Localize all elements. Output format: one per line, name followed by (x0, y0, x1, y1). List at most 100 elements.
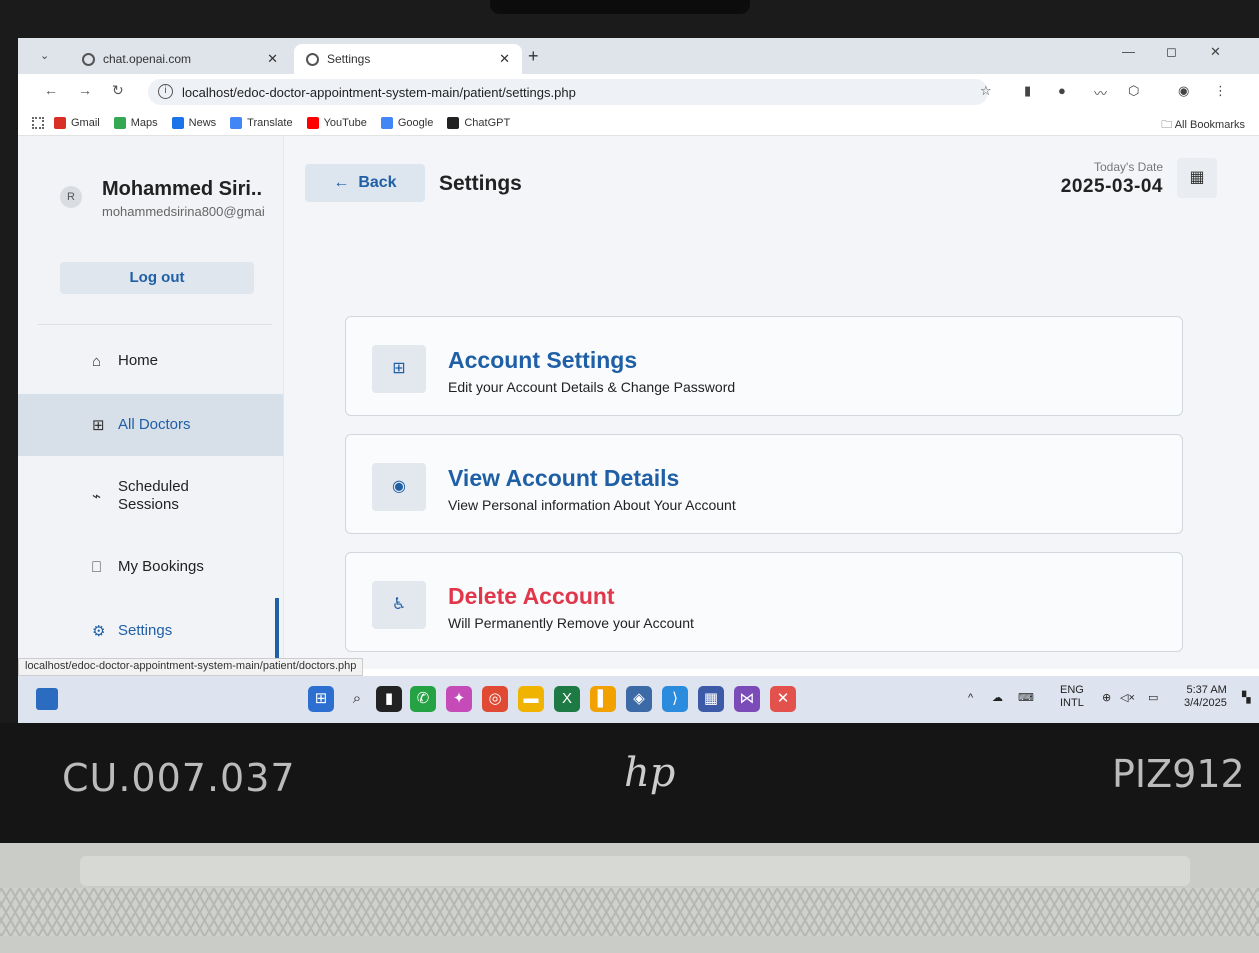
task-view-icon[interactable]: ▮ (376, 686, 402, 712)
card-title: Delete Account (448, 583, 615, 609)
bookmark-icon: ⎕ (92, 558, 102, 576)
visual-studio-icon[interactable]: ⋈ (734, 686, 760, 712)
whatsapp-icon[interactable]: ✆ (410, 686, 436, 712)
address-bar[interactable]: i localhost/edoc-doctor-appointment-syst… (148, 79, 988, 105)
store-icon[interactable]: ▦ (698, 686, 724, 712)
profile-icon[interactable]: ◉ (1178, 83, 1189, 99)
date-label: Today's Date (1094, 160, 1163, 174)
calendar-icon[interactable]: ▦ (1177, 158, 1217, 198)
sidebar-item-all-doctors[interactable]: ⊞ All Doctors (18, 394, 283, 456)
widgets-icon[interactable] (36, 688, 58, 710)
web-page: R Mohammed Siri.. mohammedsirina800@gmai… (18, 136, 1259, 669)
search-icon[interactable]: ⌕ (344, 686, 370, 712)
tab-settings[interactable]: Settings ✕ (294, 44, 522, 74)
sidebar-item-my-bookings[interactable]: ⎕ My Bookings (18, 542, 283, 592)
sidebar: R Mohammed Siri.. mohammedsirina800@gmai… (18, 136, 284, 669)
volume-muted-icon[interactable]: ◁× (1120, 692, 1135, 705)
back-button[interactable]: ← Back (305, 164, 425, 202)
main-content: ← Back Settings Today's Date 2025-03-04 … (285, 136, 1259, 669)
settings-icon: ⚙ (92, 623, 106, 640)
tab-title: Settings (327, 52, 371, 66)
file-explorer-icon[interactable]: ▬ (518, 686, 544, 712)
minimize-icon[interactable]: — (1122, 44, 1135, 59)
language-indicator[interactable]: ENG INTL (1060, 684, 1084, 710)
apps-grid-icon[interactable] (32, 117, 44, 129)
tab-search-icon[interactable]: ⌄ (40, 49, 49, 62)
close-icon[interactable]: ✕ (267, 51, 278, 67)
bookmark-translate[interactable]: Translate (230, 116, 293, 129)
sidebar-item-settings[interactable]: ⚙ Settings (18, 606, 283, 656)
logout-button[interactable]: Log out (60, 262, 254, 294)
puzzle-icon[interactable]: ⬡ (1128, 83, 1139, 99)
card-subtitle: Will Permanently Remove your Account (448, 615, 694, 631)
speaker-grille (0, 888, 1259, 936)
youtube-icon (306, 116, 319, 129)
python-icon[interactable]: ◈ (626, 686, 652, 712)
profile-name: Mohammed Siri.. (102, 178, 263, 200)
menu-dots-icon[interactable]: ⋮ (1214, 83, 1227, 99)
chrome-icon[interactable]: ◎ (482, 686, 508, 712)
notification-icon[interactable]: ▚ (1242, 692, 1250, 705)
powerbi-icon[interactable]: ▌ (590, 686, 616, 712)
sidebar-item-scheduled-sessions[interactable]: ⌁ Scheduled Sessions (18, 466, 283, 526)
wave-icon[interactable]: 〰 (1094, 83, 1107, 102)
view-account-card[interactable]: ◉ View Account Details View Personal inf… (345, 434, 1183, 534)
clock[interactable]: 5:37 AM 3/4/2025 (1184, 684, 1227, 710)
bookmark-chatgpt[interactable]: ChatGPT (447, 116, 510, 129)
new-tab-icon[interactable]: + (528, 46, 539, 67)
vscode-icon[interactable]: ⟩ (662, 686, 688, 712)
doctor-icon: ⊞ (372, 345, 426, 393)
profile-email: mohammedsirina800@gmai (102, 204, 265, 219)
maps-icon (113, 116, 126, 129)
bookmark-youtube[interactable]: YouTube (306, 116, 367, 129)
news-icon (171, 116, 184, 129)
card-subtitle: Edit your Account Details & Change Passw… (448, 379, 736, 395)
delete-account-card[interactable]: ♿ Delete Account Will Permanently Remove… (345, 552, 1183, 652)
network-icon[interactable]: ⊕ (1102, 692, 1111, 705)
restore-icon[interactable]: ◻ (1166, 44, 1177, 60)
account-settings-card[interactable]: ⊞ Account Settings Edit your Account Det… (345, 316, 1183, 416)
bookmarks-bar: Gmail Maps News Translate YouTube Google… (18, 110, 1259, 136)
chatgpt-icon (447, 116, 460, 129)
extension-icon[interactable]: ● (1058, 83, 1066, 98)
sidebar-item-home[interactable]: ⌂ Home (18, 336, 283, 386)
avatar: R (60, 186, 82, 208)
all-bookmarks-button[interactable]: 🗀 All Bookmarks (1161, 116, 1245, 135)
back-arrow-icon: ← (333, 174, 359, 191)
page-title: Settings (439, 172, 522, 195)
site-info-icon[interactable]: i (158, 84, 173, 99)
home-icon: ⌂ (92, 352, 102, 370)
card-title: Account Settings (448, 347, 638, 373)
star-icon[interactable]: ☆ (980, 83, 992, 99)
browser-toolbar: ← → ↻ i localhost/edoc-doctor-appointmen… (18, 74, 1259, 110)
globe-icon (82, 52, 95, 66)
start-icon[interactable]: ⊞ (308, 686, 334, 712)
laptop-hinge (80, 856, 1190, 886)
hp-logo: hp (624, 750, 676, 796)
tab-chatgpt[interactable]: chat.openai.com ✕ (70, 44, 290, 74)
reading-icon[interactable]: ▮ (1024, 83, 1031, 99)
excel-icon[interactable]: X (554, 686, 580, 712)
back-arrow-icon[interactable]: ← (44, 82, 58, 98)
copilot-icon[interactable]: ✦ (446, 686, 472, 712)
xampp-icon[interactable]: ✕ (770, 686, 796, 712)
bookmark-maps[interactable]: Maps (113, 116, 158, 129)
folder-icon: 🗀 (1161, 119, 1173, 131)
window-close-icon[interactable]: ✕ (1210, 44, 1221, 60)
reload-icon[interactable]: ↻ (112, 82, 124, 99)
url-text: localhost/edoc-doctor-appointment-system… (182, 84, 576, 100)
cloud-icon[interactable]: ☁ (992, 692, 1003, 705)
doctor-icon: ⊞ (92, 417, 105, 434)
bookmark-gmail[interactable]: Gmail (54, 116, 100, 129)
keyboard-icon[interactable]: ⌨ (1018, 692, 1034, 705)
battery-icon[interactable]: ▭ (1148, 692, 1158, 705)
bookmark-google[interactable]: Google (380, 116, 433, 129)
laptop-screen: ⌄ chat.openai.com ✕ Settings ✕ + — ◻ ✕ ←… (18, 38, 1259, 723)
translate-icon (230, 116, 243, 129)
bookmark-news[interactable]: News (171, 116, 216, 129)
tray-chevron-icon[interactable]: ^ (968, 692, 973, 705)
close-icon[interactable]: ✕ (499, 51, 510, 67)
forward-arrow-icon[interactable]: → (78, 82, 92, 98)
sidebar-divider (38, 324, 272, 325)
asset-sticker-right: PIZ912 (1112, 752, 1245, 796)
